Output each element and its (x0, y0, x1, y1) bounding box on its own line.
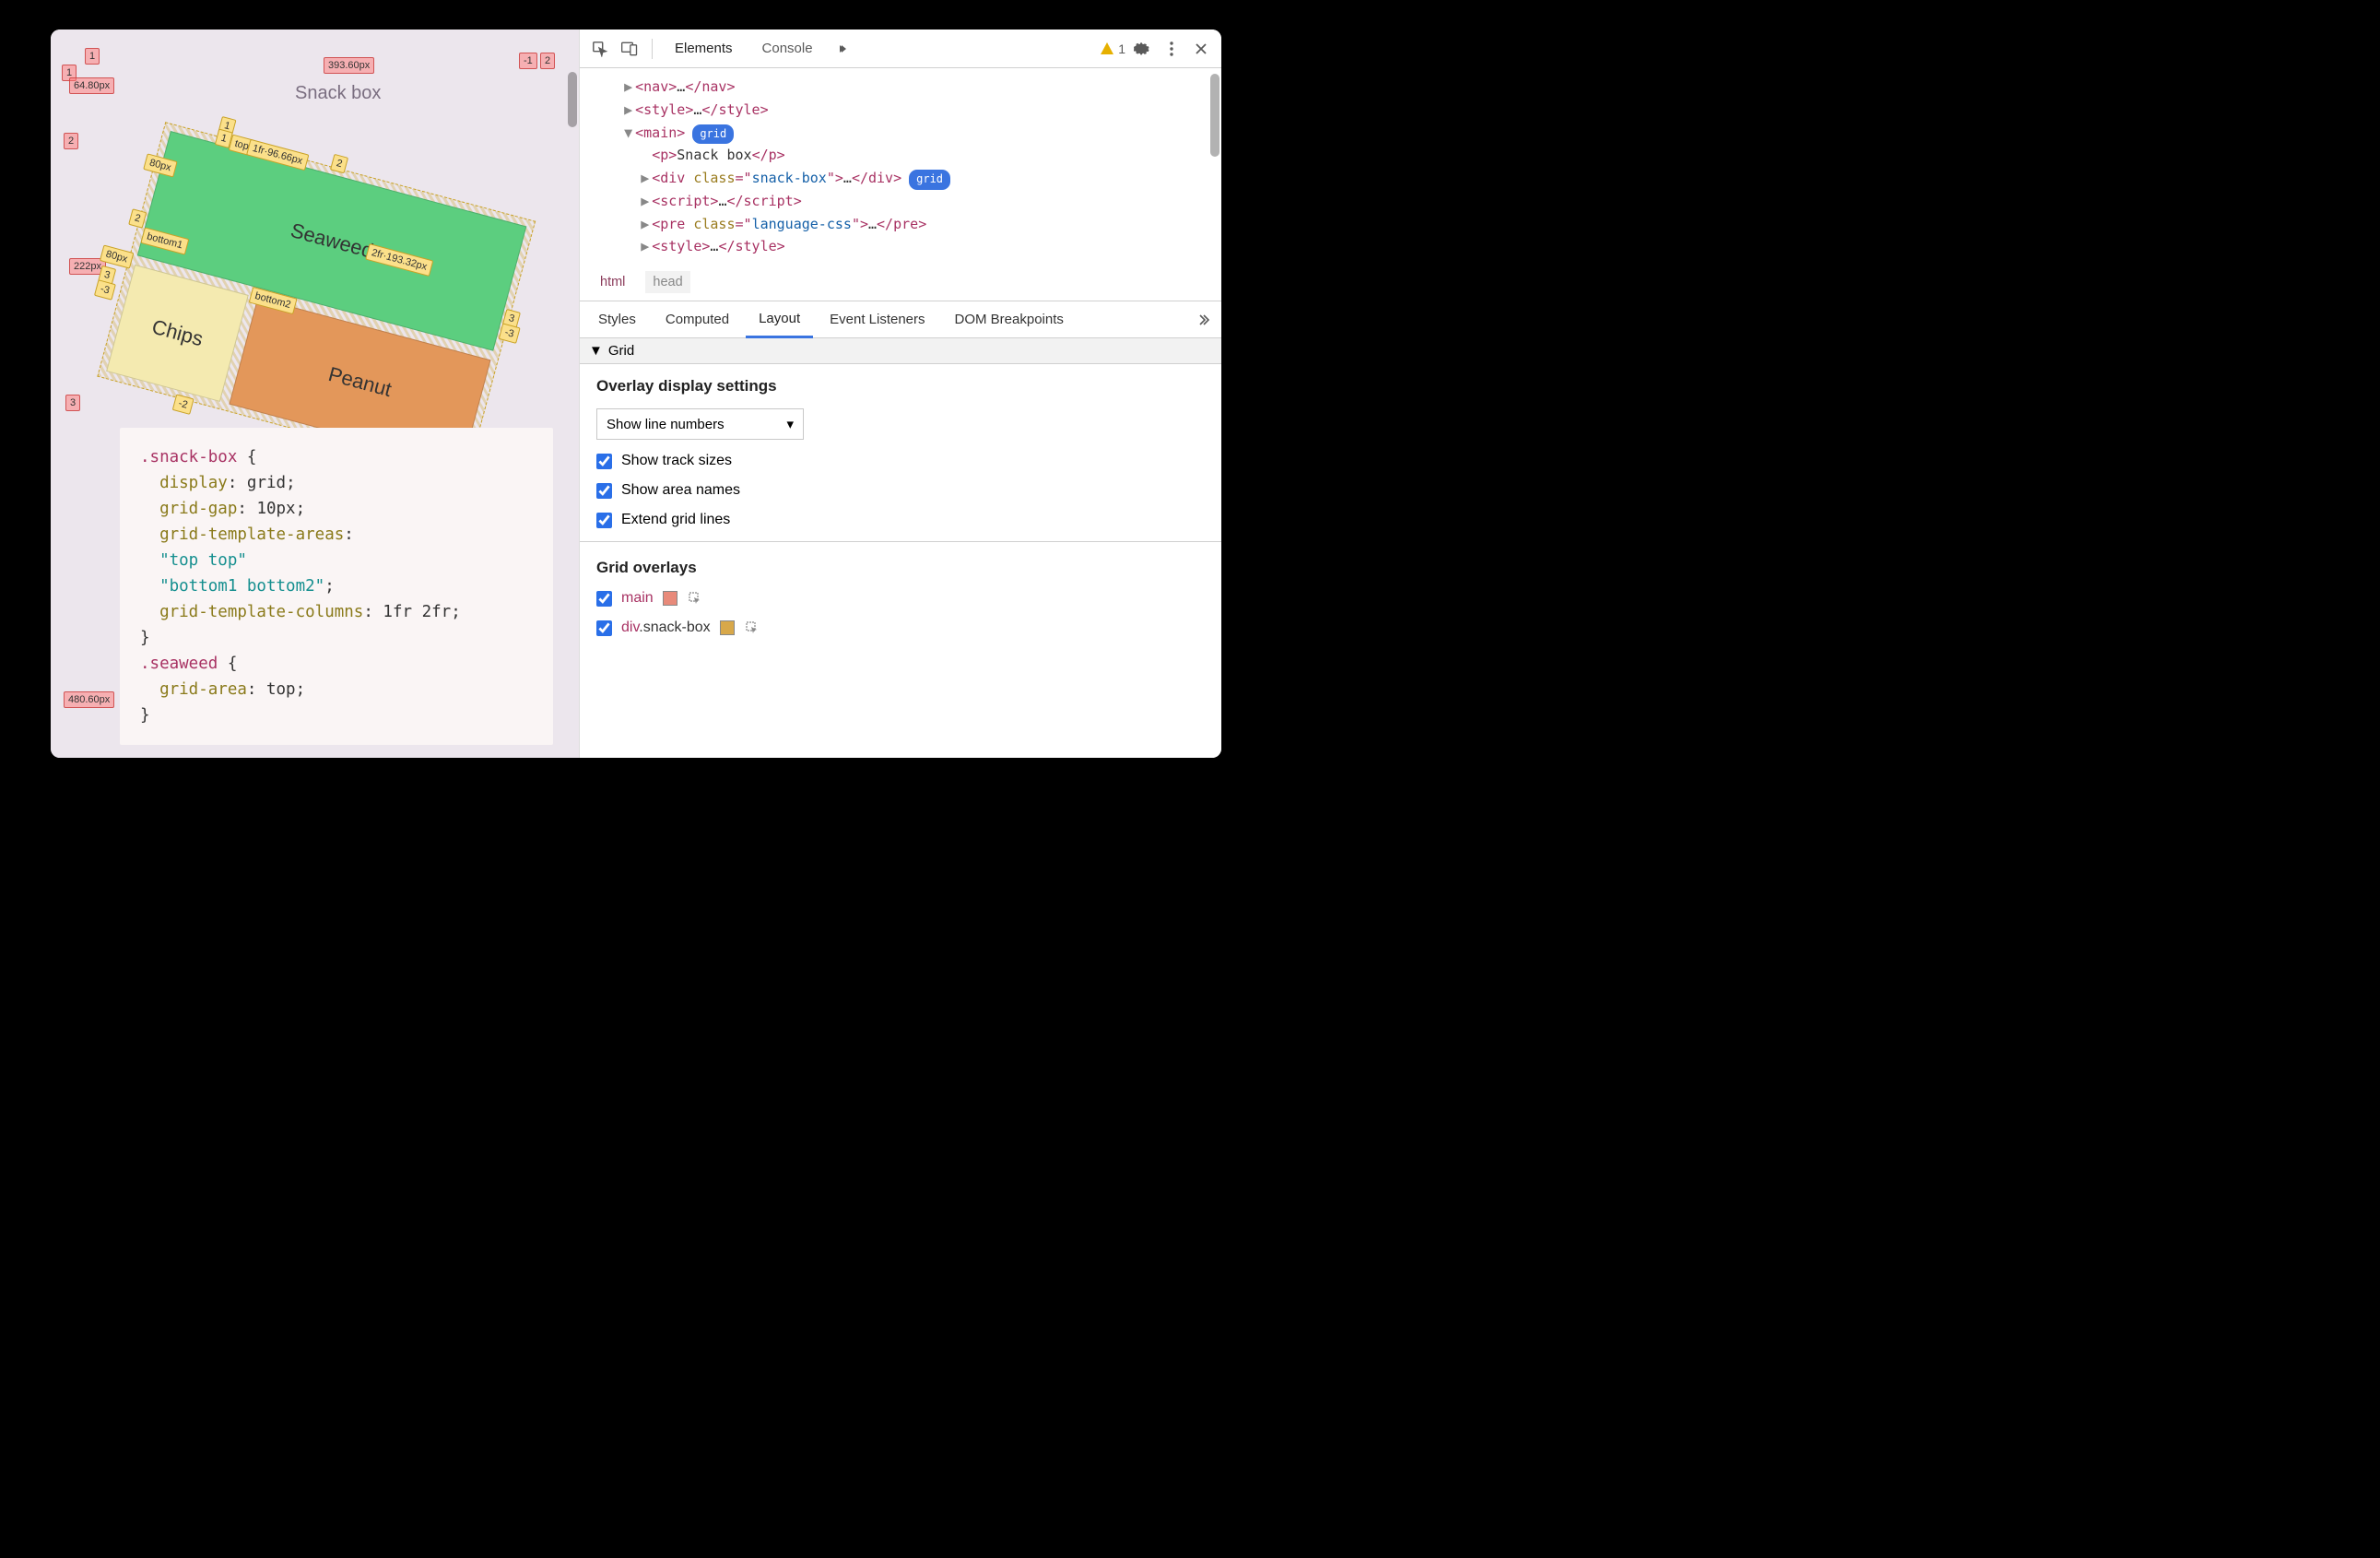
dom-node[interactable]: ▶<style>…</style> (591, 99, 1210, 122)
subtab-layout[interactable]: Layout (746, 301, 813, 338)
select-value: Show line numbers (607, 417, 725, 432)
more-tabs-icon[interactable] (830, 36, 855, 62)
subtab-computed[interactable]: Computed (653, 302, 742, 336)
tab-elements[interactable]: Elements (662, 31, 746, 65)
reveal-node-icon[interactable] (687, 590, 703, 607)
dom-node[interactable]: <p>Snack box</p> (591, 144, 1210, 167)
disclosure-triangle-icon: ▼ (589, 343, 603, 359)
grid-item-label: Peanut (325, 362, 394, 402)
color-swatch[interactable] (720, 620, 735, 635)
overlay-row-main: main (596, 590, 1205, 607)
grid-line-number-neg: -2 (172, 394, 194, 415)
overlay-row-snackbox: div.snack-box (596, 620, 1205, 636)
checkbox-label: Show track sizes (621, 453, 732, 469)
divider (580, 541, 1221, 542)
gear-icon[interactable] (1129, 36, 1155, 62)
subtab-styles[interactable]: Styles (585, 302, 649, 336)
grid-line-number: 1 (85, 48, 100, 65)
devtools-window: Snack box 1 393.60px -1 2 1 64.80px 2 22… (51, 30, 1221, 758)
grid-badge[interactable]: grid (909, 170, 950, 190)
check-track-sizes[interactable]: Show track sizes (596, 453, 1205, 469)
crumb-head[interactable]: head (645, 271, 689, 293)
grid-line-number: 3 (65, 395, 80, 411)
grid-item-label: Chips (149, 315, 206, 352)
kebab-menu-icon[interactable] (1159, 36, 1184, 62)
checkbox[interactable] (596, 454, 612, 469)
grid-line-number: 2 (64, 133, 78, 149)
subtab-listeners[interactable]: Event Listeners (817, 302, 937, 336)
checkbox[interactable] (596, 483, 612, 499)
issues-count: 1 (1118, 41, 1125, 56)
inspected-page: Snack box 1 393.60px -1 2 1 64.80px 2 22… (51, 30, 580, 758)
inspect-element-icon[interactable] (587, 36, 613, 62)
layout-panel-body: Overlay display settings Show line numbe… (580, 364, 1221, 662)
overlay-height: 64.80px (69, 77, 114, 94)
check-extend-lines[interactable]: Extend grid lines (596, 512, 1205, 528)
styles-subtabs: Styles Computed Layout Event Listeners D… (580, 301, 1221, 338)
overlay-width: 393.60px (324, 57, 374, 74)
reveal-node-icon[interactable] (744, 620, 760, 636)
devtools-toolbar: Elements Console 1 (580, 30, 1221, 68)
tab-console[interactable]: Console (749, 31, 826, 65)
grid-item-label: Seaweed (288, 218, 375, 264)
subtab-dombreak[interactable]: DOM Breakpoints (942, 302, 1077, 336)
devtools-panel: Elements Console 1 ▶<nav>…</nav> ▶< (580, 30, 1221, 758)
overlay-element-name[interactable]: main (621, 590, 654, 607)
crumb-html[interactable]: html (593, 271, 632, 293)
device-toggle-icon[interactable] (617, 36, 642, 62)
dom-node[interactable]: ▶<style>…</style> (591, 235, 1210, 258)
dom-breadcrumbs: html head (580, 267, 1221, 301)
scrollbar-thumb[interactable] (1210, 74, 1219, 157)
toolbar-divider (652, 39, 653, 59)
checkbox-label: Extend grid lines (621, 512, 730, 528)
overlay-height: 480.60px (64, 691, 114, 708)
section-grid-header[interactable]: ▼ Grid (580, 338, 1221, 364)
check-area-names[interactable]: Show area names (596, 482, 1205, 499)
overlay-element-name[interactable]: div.snack-box (621, 620, 711, 636)
grid-line-number-neg: -1 (519, 53, 537, 69)
page-viewport: Snack box 1 393.60px -1 2 1 64.80px 2 22… (51, 30, 579, 426)
css-source: .snack-box { display: grid; grid-gap: 10… (120, 428, 553, 745)
overlay-settings-heading: Overlay display settings (596, 377, 1205, 395)
grid-line-number-neg: -3 (94, 279, 116, 301)
grid-badge[interactable]: grid (692, 124, 734, 145)
dom-node[interactable]: ▶<pre class="language-css">…</pre> (591, 213, 1210, 236)
grid-line-number: 2 (540, 53, 555, 69)
dom-node[interactable]: ▼<main>grid (591, 122, 1210, 145)
dom-node[interactable]: ▶<nav>…</nav> (591, 76, 1210, 99)
dom-node[interactable]: ▶<div class="snack-box">…</div>grid (591, 167, 1210, 190)
close-icon[interactable] (1188, 36, 1214, 62)
line-numbers-select[interactable]: Show line numbers ▾ (596, 408, 804, 440)
grid-overlays-heading: Grid overlays (596, 559, 1205, 577)
checkbox[interactable] (596, 513, 612, 528)
scrollbar-thumb[interactable] (568, 72, 577, 127)
issues-counter[interactable]: 1 (1100, 41, 1125, 56)
page-title: Snack box (295, 83, 381, 104)
more-tabs-icon[interactable] (1190, 307, 1216, 333)
checkbox[interactable] (596, 620, 612, 636)
dom-tree[interactable]: ▶<nav>…</nav> ▶<style>…</style> ▼<main>g… (580, 68, 1221, 267)
chevron-down-icon: ▾ (786, 416, 794, 432)
checkbox-label: Show area names (621, 482, 740, 499)
color-swatch[interactable] (663, 591, 677, 606)
grid-snackbox: Seaweed Chips Peanut 1 1 top 1fr·96.66px… (109, 131, 527, 458)
dom-node[interactable]: ▶<script>…</script> (591, 190, 1210, 213)
section-title: Grid (608, 343, 634, 359)
checkbox[interactable] (596, 591, 612, 607)
